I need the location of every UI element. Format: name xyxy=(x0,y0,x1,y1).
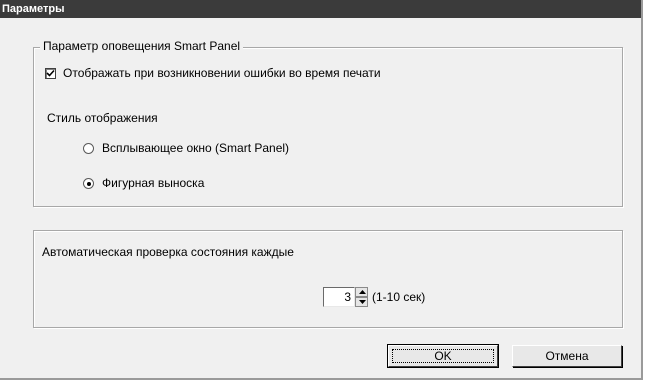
arrow-up-icon xyxy=(359,290,366,294)
balloon-callout-radio[interactable] xyxy=(83,178,94,189)
balloon-callout-radio-label[interactable]: Фигурная выноска xyxy=(102,176,204,190)
check-icon xyxy=(46,69,55,77)
interval-range-hint: (1-10 сек) xyxy=(372,290,426,304)
focus-rect xyxy=(392,349,494,363)
popup-window-radio[interactable] xyxy=(83,143,94,154)
settings-dialog: Параметры Параметр оповещения Smart Pane… xyxy=(0,0,643,380)
interval-spin-field[interactable]: 3 xyxy=(323,287,355,307)
ok-button[interactable]: OK xyxy=(387,344,499,368)
status-check-label: Автоматическая проверка состояния каждые xyxy=(42,245,294,259)
display-style-label: Стиль отображения xyxy=(47,111,158,125)
show-on-error-label[interactable]: Отображать при возникновении ошибки во в… xyxy=(63,66,381,80)
popup-window-radio-label[interactable]: Всплывающее окно (Smart Panel) xyxy=(102,141,289,155)
dialog-title: Параметры xyxy=(0,0,641,18)
interval-spinner xyxy=(355,287,368,307)
group-legend: Параметр оповещения Smart Panel xyxy=(40,39,244,53)
cancel-button-label: Отмена xyxy=(545,349,589,363)
arrow-down-icon xyxy=(359,300,366,304)
spin-up-button[interactable] xyxy=(355,287,368,297)
show-on-error-checkbox[interactable] xyxy=(45,68,56,79)
radio-selected-dot xyxy=(86,181,91,186)
spin-down-button[interactable] xyxy=(355,297,368,307)
cancel-button[interactable]: Отмена xyxy=(512,345,622,367)
